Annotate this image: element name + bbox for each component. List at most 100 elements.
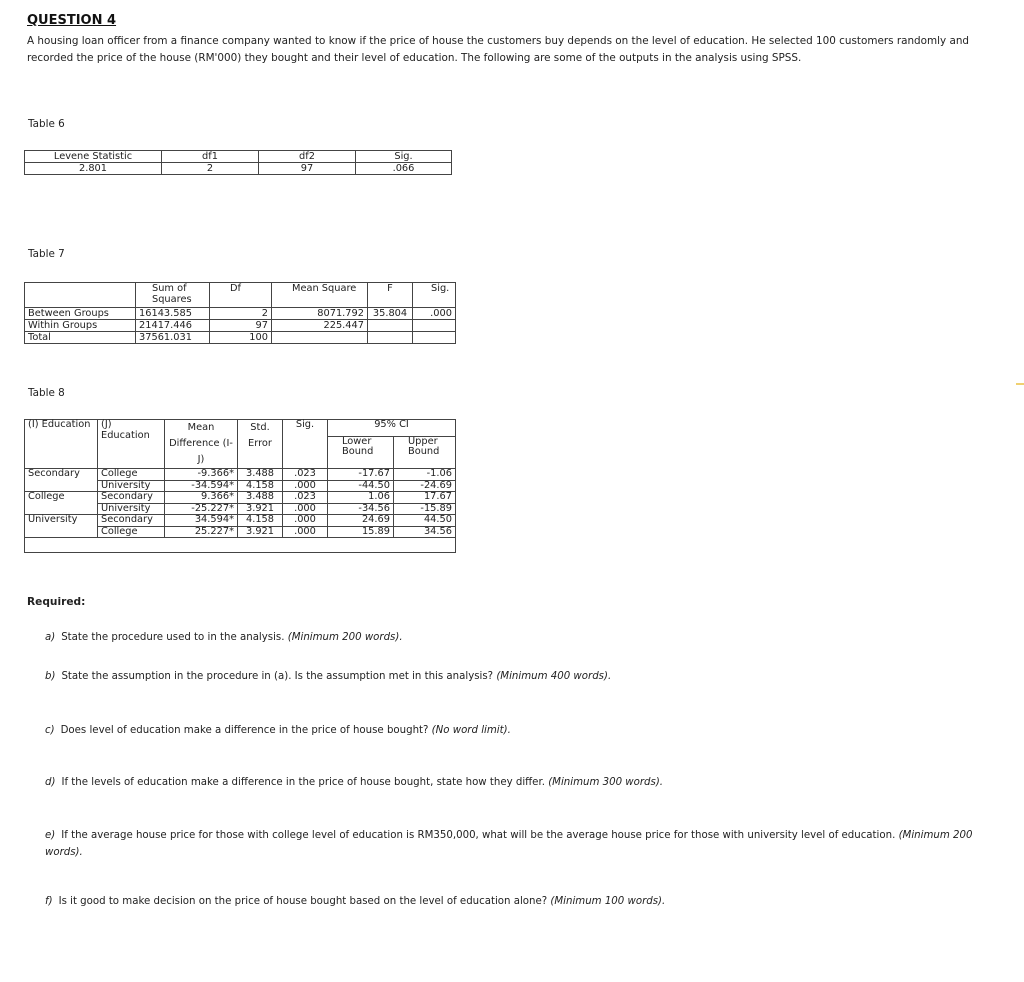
cell: 34.56 bbox=[393, 525, 456, 538]
cell: -34.56 bbox=[327, 502, 394, 515]
question-item-d: d) If the levels of education make a diff… bbox=[45, 774, 995, 791]
header-cell: Upper Bound bbox=[393, 435, 456, 470]
cell bbox=[271, 331, 368, 344]
item-text: State the procedure used to in the analy… bbox=[61, 632, 285, 643]
cell: 35.804 bbox=[367, 307, 413, 320]
table-row: Between Groups 16143.585 2 8071.792 35.8… bbox=[24, 307, 456, 320]
cell: 37561.031 bbox=[135, 331, 210, 344]
table-row: 2.801 2 97 .066 bbox=[24, 162, 452, 175]
cell: .023 bbox=[282, 491, 328, 504]
header-cell: Sum of Squares bbox=[135, 282, 210, 308]
cell: 17.67 bbox=[393, 491, 456, 504]
levene-table: Levene Statistic df1 df2 Sig. 2.801 2 97… bbox=[24, 150, 452, 175]
item-text: Is it good to make decision on the price… bbox=[58, 896, 548, 907]
table-row: Within Groups 21417.446 97 225.447 bbox=[24, 319, 456, 332]
cell: .000 bbox=[282, 514, 328, 527]
cell bbox=[412, 319, 456, 332]
header-cell: Lower Bound bbox=[327, 435, 394, 470]
header-cell: Levene Statistic bbox=[24, 150, 162, 163]
table-footer-row bbox=[24, 537, 456, 553]
cell: -9.366* bbox=[164, 468, 238, 481]
question-title: QUESTION 4 bbox=[27, 13, 117, 28]
header-cell: (I) Education bbox=[24, 419, 98, 469]
table6-label: Table 6 bbox=[28, 118, 65, 130]
cell: -1.06 bbox=[393, 468, 456, 481]
item-text: Does level of education make a differenc… bbox=[60, 725, 429, 736]
footer-cell bbox=[24, 537, 456, 553]
item-letter: a) bbox=[45, 632, 56, 643]
header-cell: Df bbox=[209, 282, 272, 308]
header-cell: Sig. bbox=[355, 150, 452, 163]
item-text: State the assumption in the procedure in… bbox=[61, 671, 494, 682]
item-note: (Minimum 400 words). bbox=[496, 671, 612, 682]
cell: 97 bbox=[258, 162, 356, 175]
cell bbox=[412, 331, 456, 344]
item-letter: e) bbox=[45, 830, 56, 841]
cell: 25.227* bbox=[164, 525, 238, 538]
cell: -24.69 bbox=[393, 479, 456, 492]
cell: 9.366* bbox=[164, 491, 238, 504]
question-item-e: e) If the average house price for those w… bbox=[45, 827, 990, 861]
header-cell: 95% CI bbox=[327, 419, 456, 437]
question-item-a: a) State the procedure used to in the ana… bbox=[45, 629, 995, 646]
cell bbox=[367, 319, 413, 332]
group-label: University bbox=[24, 514, 98, 538]
table-row: College Secondary 9.366* 3.488 .023 1.06… bbox=[24, 491, 456, 515]
header-cell: Mean Difference (I-J) bbox=[164, 419, 238, 469]
cell: 2 bbox=[161, 162, 259, 175]
cell: 2.801 bbox=[24, 162, 162, 175]
table-row: Total 37561.031 100 bbox=[24, 331, 456, 344]
row-label: Within Groups bbox=[24, 319, 136, 332]
header-cell bbox=[24, 282, 136, 308]
item-text: If the average house price for those wit… bbox=[61, 830, 896, 841]
item-letter: c) bbox=[45, 725, 55, 736]
cell: 100 bbox=[209, 331, 272, 344]
header-cell: Sig. bbox=[412, 282, 456, 308]
header-cell: df2 bbox=[258, 150, 356, 163]
row-label: Total bbox=[24, 331, 136, 344]
cell: -15.89 bbox=[393, 502, 456, 515]
cell: 3.488 bbox=[237, 491, 283, 504]
cell: Secondary bbox=[97, 491, 165, 504]
margin-marker bbox=[1016, 383, 1024, 385]
group-label: College bbox=[24, 491, 98, 515]
header-cell: F bbox=[367, 282, 413, 308]
cell: -17.67 bbox=[327, 468, 394, 481]
cell: University bbox=[97, 479, 165, 492]
question-item-b: b) State the assumption in the procedure … bbox=[45, 668, 995, 685]
table-header-row: Levene Statistic df1 df2 Sig. bbox=[24, 150, 452, 163]
cell: 3.921 bbox=[237, 525, 283, 538]
table-row: University Secondary 34.594* 4.158 .000 … bbox=[24, 514, 456, 538]
row-label: Between Groups bbox=[24, 307, 136, 320]
cell: -44.50 bbox=[327, 479, 394, 492]
header-cell: df1 bbox=[161, 150, 259, 163]
item-note: (Minimum 200 words). bbox=[287, 632, 403, 643]
header-cell: Std. Error bbox=[237, 419, 283, 469]
cell: Secondary bbox=[97, 514, 165, 527]
anova-table: Sum of Squares Df Mean Square F Sig. Bet… bbox=[24, 282, 456, 344]
cell: .000 bbox=[282, 525, 328, 538]
cell: .066 bbox=[355, 162, 452, 175]
cell: 2 bbox=[209, 307, 272, 320]
cell: .023 bbox=[282, 468, 328, 481]
cell: 225.447 bbox=[271, 319, 368, 332]
item-text: If the levels of education make a differ… bbox=[61, 777, 545, 788]
table8-label: Table 8 bbox=[28, 387, 65, 399]
cell: 24.69 bbox=[327, 514, 394, 527]
cell: College bbox=[97, 468, 165, 481]
cell: 34.594* bbox=[164, 514, 238, 527]
table7-label: Table 7 bbox=[28, 248, 65, 260]
cell: .000 bbox=[282, 502, 328, 515]
question-intro: A housing loan officer from a finance co… bbox=[27, 35, 970, 64]
cell: 16143.585 bbox=[135, 307, 210, 320]
table-row: Secondary College -9.366* 3.488 .023 -17… bbox=[24, 468, 456, 492]
cell: College bbox=[97, 525, 165, 538]
cell: -34.594* bbox=[164, 479, 238, 492]
table-header-row: (I) Education (J) Education Mean Differe… bbox=[24, 419, 456, 469]
cell: 21417.446 bbox=[135, 319, 210, 332]
cell: 3.921 bbox=[237, 502, 283, 515]
cell: -25.227* bbox=[164, 502, 238, 515]
cell: 97 bbox=[209, 319, 272, 332]
cell: University bbox=[97, 502, 165, 515]
cell: 1.06 bbox=[327, 491, 394, 504]
